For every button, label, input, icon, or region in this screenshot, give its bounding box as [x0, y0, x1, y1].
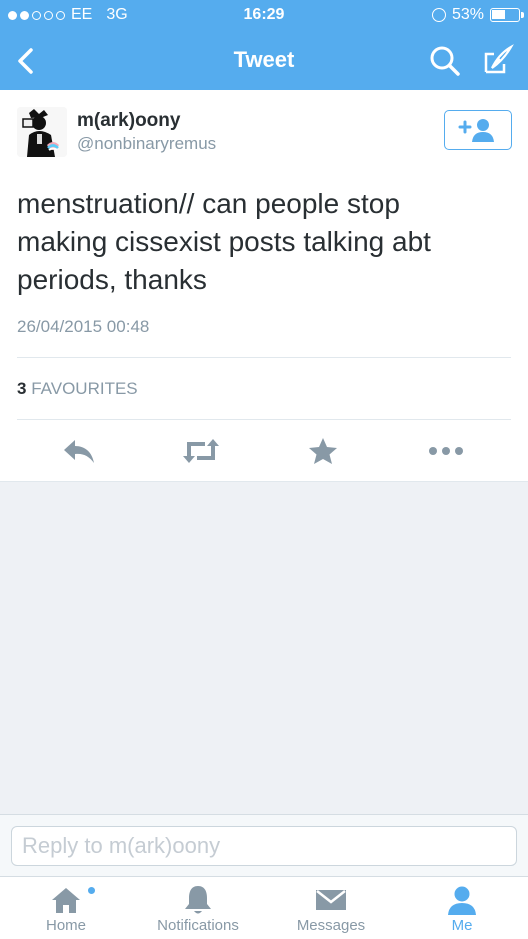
tab-home-label: Home — [45, 917, 86, 934]
tweet-timestamp: 26/04/2015 00:48 — [17, 317, 150, 336]
rotation-lock-icon — [431, 8, 446, 22]
top-bar: EE 3G 16:29 53% Tweet — [0, 0, 528, 90]
favourites-label: FAVOURITES — [31, 379, 138, 398]
compose-button[interactable] — [480, 44, 514, 78]
battery-percent: 53% — [451, 6, 484, 23]
reply-input[interactable] — [11, 826, 517, 866]
divider — [17, 357, 511, 358]
display-name[interactable]: m(ark)oony — [77, 110, 180, 132]
tab-messages[interactable]: Messages — [266, 877, 396, 939]
tab-me[interactable]: Me — [397, 877, 527, 939]
tab-notifications[interactable]: Notifications — [133, 877, 263, 939]
avatar-image — [17, 107, 67, 157]
reply-icon — [64, 440, 94, 463]
home-icon — [52, 888, 80, 913]
envelope-icon — [316, 890, 346, 910]
more-icon — [429, 447, 463, 455]
tab-me-label: Me — [451, 917, 473, 934]
battery-icon — [490, 8, 524, 22]
favourites-count[interactable]: 3 FAVOURITES — [17, 379, 138, 399]
tab-bar: Home Notifications Messages Me — [0, 876, 528, 939]
reply-button[interactable] — [59, 434, 99, 468]
favourite-button[interactable] — [303, 434, 343, 468]
bell-icon — [185, 886, 211, 914]
tab-messages-label: Messages — [296, 917, 366, 934]
tweet-actions — [0, 420, 528, 482]
favourites-number: 3 — [17, 379, 27, 398]
retweet-button[interactable] — [181, 434, 221, 468]
search-button[interactable] — [428, 44, 462, 78]
tab-home[interactable]: Home — [1, 877, 131, 939]
person-icon — [448, 886, 476, 915]
user-handle[interactable]: @nonbinaryremus — [77, 134, 216, 154]
new-content-dot — [88, 887, 95, 894]
search-icon — [430, 46, 460, 76]
status-bar: EE 3G 16:29 53% — [0, 0, 528, 32]
add-user-icon — [458, 119, 494, 142]
tab-notifications-label: Notifications — [157, 917, 239, 934]
avatar[interactable] — [17, 107, 67, 157]
tweet-text: menstruation// can people stop making ci… — [17, 188, 431, 295]
tweet-card: m(ark)oony @nonbinaryremus menstruation/… — [0, 90, 528, 482]
status-right: 53% — [431, 6, 524, 24]
star-icon — [309, 438, 337, 464]
compose-icon — [484, 44, 514, 74]
reply-bar — [0, 814, 528, 876]
nav-bar: Tweet — [0, 32, 528, 90]
more-button[interactable] — [426, 434, 466, 468]
retweet-icon — [183, 439, 219, 463]
follow-button[interactable] — [444, 110, 512, 150]
